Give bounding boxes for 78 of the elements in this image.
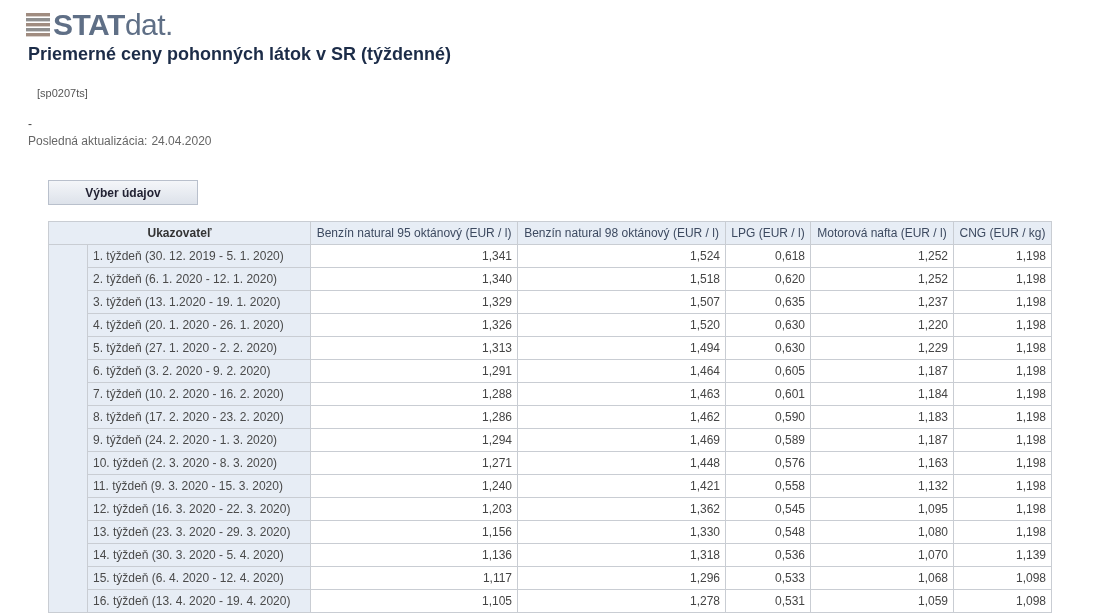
table-cell: 1,524 <box>517 244 726 268</box>
table-cell: 1,184 <box>810 382 954 406</box>
table-cell: 1,464 <box>517 359 726 383</box>
table-cell: 1,494 <box>517 336 726 360</box>
updated-label: Posledná aktualizácia: <box>28 134 148 148</box>
table-cell: 1,286 <box>310 405 518 429</box>
row-header: 15. týždeň (6. 4. 2020 - 12. 4. 2020) <box>87 566 311 590</box>
site-logo[interactable]: STATdat. <box>53 10 173 40</box>
table-cell: 1,318 <box>517 543 726 567</box>
logo-stripes-icon <box>26 13 50 37</box>
column-header: LPG (EUR / l) <box>725 221 811 245</box>
table-cell: 1,095 <box>810 497 954 521</box>
table-cell: 1,341 <box>310 244 518 268</box>
table-cell: 1,296 <box>517 566 726 590</box>
table-cell: 1,080 <box>810 520 954 544</box>
table-cell: 1,070 <box>810 543 954 567</box>
table-cell: 1,463 <box>517 382 726 406</box>
row-header: 10. týždeň (2. 3. 2020 - 8. 3. 2020) <box>87 451 311 475</box>
table-cell: 1,156 <box>310 520 518 544</box>
row-header: 2. týždeň (6. 1. 2020 - 12. 1. 2020) <box>87 267 311 291</box>
data-selection-button[interactable]: Výber údajov <box>48 180 198 205</box>
column-header: Ukazovateľ <box>48 221 311 245</box>
table-cell: 1,340 <box>310 267 518 291</box>
table-cell: 1,132 <box>810 474 954 498</box>
row-header: 16. týždeň (13. 4. 2020 - 19. 4. 2020) <box>87 589 311 613</box>
note-text: - <box>28 117 33 131</box>
table-cell: 1,240 <box>310 474 518 498</box>
row-header: 12. týždeň (16. 3. 2020 - 22. 3. 2020) <box>87 497 311 521</box>
row-header: 6. týždeň (3. 2. 2020 - 9. 2. 2020) <box>87 359 311 383</box>
row-header: 13. týždeň (23. 3. 2020 - 29. 3. 2020) <box>87 520 311 544</box>
row-header: 14. týždeň (30. 3. 2020 - 5. 4. 2020) <box>87 543 311 567</box>
column-header: Benzín natural 98 oktánový (EUR / l) <box>517 221 726 245</box>
table-cell: 1,278 <box>517 589 726 613</box>
table-cell: 1,518 <box>517 267 726 291</box>
table-cell: 1,288 <box>310 382 518 406</box>
table-cell: 1,291 <box>310 359 518 383</box>
table-cell: 1,183 <box>810 405 954 429</box>
row-header: 1. týždeň (30. 12. 2019 - 5. 1. 2020) <box>87 244 311 268</box>
table-cell: 1,469 <box>517 428 726 452</box>
row-header: 8. týždeň (17. 2. 2020 - 23. 2. 2020) <box>87 405 311 429</box>
table-cell: 1,059 <box>810 589 954 613</box>
table-cell: 1,203 <box>310 497 518 521</box>
table-cell: 1,237 <box>810 290 954 314</box>
table-cell: 1,136 <box>310 543 518 567</box>
table-cell: 1,187 <box>810 359 954 383</box>
updated-date: 24.04.2020 <box>151 134 212 148</box>
table-cell: 1,329 <box>310 290 518 314</box>
table-cell: 1,507 <box>517 290 726 314</box>
table-cell: 1,294 <box>310 428 518 452</box>
table-cell: 1,362 <box>517 497 726 521</box>
row-header: 3. týždeň (13. 1.2020 - 19. 1. 2020) <box>87 290 311 314</box>
column-header: Benzín natural 95 oktánový (EUR / l) <box>310 221 518 245</box>
table-cell: 1,421 <box>517 474 726 498</box>
table-cell: 1,448 <box>517 451 726 475</box>
table-cell: 1,271 <box>310 451 518 475</box>
table-code: [sp0207ts] <box>37 87 89 99</box>
row-header: 7. týždeň (10. 2. 2020 - 16. 2. 2020) <box>87 382 311 406</box>
column-header: CNG (EUR / kg) <box>953 221 1052 245</box>
table-cell: 1,163 <box>810 451 954 475</box>
table-cell: 1,068 <box>810 566 954 590</box>
table-cell: 1,252 <box>810 244 954 268</box>
table-cell: 1,462 <box>517 405 726 429</box>
column-header: Motorová nafta (EUR / l) <box>810 221 954 245</box>
table-cell: 1,330 <box>517 520 726 544</box>
row-header: 9. týždeň (24. 2. 2020 - 1. 3. 2020) <box>87 428 311 452</box>
table-cell: 1,117 <box>310 566 518 590</box>
table-cell: 1,313 <box>310 336 518 360</box>
table-cell: 1,229 <box>810 336 954 360</box>
row-header: 11. týždeň (9. 3. 2020 - 15. 3. 2020) <box>87 474 311 498</box>
row-header: 4. týždeň (20. 1. 2020 - 26. 1. 2020) <box>87 313 311 337</box>
row-header: 5. týždeň (27. 1. 2020 - 2. 2. 2020) <box>87 336 311 360</box>
table-cell: 1,252 <box>810 267 954 291</box>
table-cell: 1,187 <box>810 428 954 452</box>
table-cell: 1,326 <box>310 313 518 337</box>
table-cell: 1,220 <box>810 313 954 337</box>
table-cell: 1,520 <box>517 313 726 337</box>
table-cell: 1,105 <box>310 589 518 613</box>
page-title: Priemerné ceny pohonných látok v SR (týždenné) <box>28 44 453 65</box>
